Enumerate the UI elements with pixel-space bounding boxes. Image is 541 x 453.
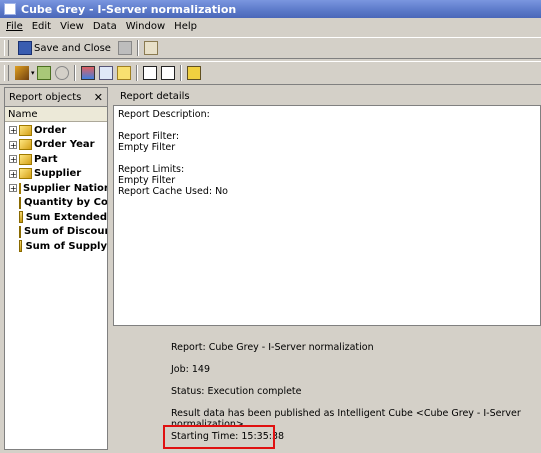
- attribute-icon: [19, 124, 32, 136]
- limits-value: Empty Filter: [118, 175, 176, 186]
- save-close-label: Save and Close: [34, 42, 111, 54]
- window-title: Cube Grey - I-Server normalization: [21, 2, 237, 16]
- close-icon[interactable]: ✕: [94, 91, 103, 104]
- layout-icon[interactable]: [98, 66, 113, 80]
- description-label: Report Description:: [118, 109, 210, 120]
- name-column-label: Name: [8, 108, 38, 120]
- tree-item[interactable]: Sum Extended: [5, 210, 107, 225]
- attribute-icon: [19, 139, 32, 151]
- metric-icon: [19, 240, 23, 253]
- toolbar-separator-4: [179, 65, 182, 81]
- tree-item[interactable]: Sum of Supply: [5, 239, 107, 254]
- report-objects-header: Report objects ✕: [5, 88, 107, 107]
- status-state: Status: Execution complete: [171, 386, 302, 397]
- schedule-icon[interactable]: [186, 66, 201, 80]
- tree-item-label: Supplier: [34, 168, 82, 180]
- attribute-icon: [19, 153, 32, 165]
- status-job: Job: 149: [171, 364, 210, 375]
- report-details-title: Report details: [120, 90, 190, 102]
- status-report: Report: Cube Grey - I-Server normalizati…: [171, 342, 374, 353]
- note-icon[interactable]: [116, 66, 131, 80]
- menu-window[interactable]: Window: [126, 21, 165, 32]
- save-icon: [18, 41, 32, 55]
- expand-icon[interactable]: +: [9, 155, 17, 164]
- grid-edit-icon[interactable]: [36, 66, 51, 80]
- object-tree: + Order + Order Year + Part + Supplier + Supplier…: [5, 122, 107, 254]
- tree-item[interactable]: + Order: [5, 123, 107, 138]
- toolbar-separator-2: [73, 65, 76, 81]
- limits-label: Report Limits:: [118, 164, 185, 175]
- objects-icon[interactable]: [80, 66, 95, 80]
- report-details-header: Report details: [113, 87, 541, 106]
- help-circle-icon[interactable]: [54, 66, 69, 80]
- save-close-button[interactable]: Save and Close: [13, 39, 114, 57]
- expand-icon[interactable]: +: [9, 169, 17, 178]
- toolbar-separator: [136, 40, 139, 56]
- properties-icon[interactable]: [143, 41, 158, 55]
- tree-item[interactable]: + Part: [5, 152, 107, 167]
- tree-item[interactable]: Quantity by Co: [5, 196, 107, 211]
- metric-icon: [19, 211, 23, 224]
- toolbar-grip-2[interactable]: [4, 65, 9, 81]
- menu-bar: File Edit View Data Window Help: [0, 18, 541, 35]
- expand-icon[interactable]: +: [9, 126, 17, 135]
- menu-view[interactable]: View: [60, 21, 84, 32]
- dropdown-arrow-icon[interactable]: ▾: [31, 69, 35, 77]
- title-bar: Cube Grey - I-Server normalization: [0, 0, 541, 18]
- report-details-box[interactable]: Report Description: Report Filter: Empty…: [113, 106, 541, 326]
- filter-value: Empty Filter: [118, 142, 176, 153]
- menu-edit[interactable]: Edit: [32, 21, 51, 32]
- find-icon[interactable]: [142, 66, 157, 80]
- toolbar-grip[interactable]: [4, 40, 9, 56]
- tree-item[interactable]: Sum of Discoun: [5, 225, 107, 240]
- toolbar-main: Save and Close: [0, 37, 541, 59]
- expand-icon[interactable]: +: [9, 140, 17, 149]
- tree-item-label: Order: [34, 124, 67, 136]
- metric-icon: [19, 225, 21, 238]
- tree-item[interactable]: + Order Year: [5, 138, 107, 153]
- tree-item-label: Order Year: [34, 139, 95, 151]
- menu-help[interactable]: Help: [174, 21, 197, 32]
- menu-file[interactable]: File: [6, 21, 23, 32]
- report-objects-panel: Report objects ✕ Name + Order + Order Year +…: [4, 87, 108, 450]
- name-column-header[interactable]: Name: [5, 107, 107, 122]
- tree-item[interactable]: + Supplier Nation: [5, 181, 107, 196]
- app-icon: [4, 3, 16, 15]
- attribute-icon: [19, 182, 21, 194]
- metric-icon: [19, 196, 21, 209]
- filter-label: Report Filter:: [118, 131, 180, 142]
- export-icon[interactable]: [160, 66, 175, 80]
- tree-item-label: Quantity by Co: [24, 197, 107, 209]
- report-objects-title: Report objects: [9, 91, 82, 103]
- attribute-icon: [19, 168, 32, 180]
- start-time-highlight: [163, 425, 275, 449]
- toolbar-separator-3: [135, 65, 138, 81]
- menu-data[interactable]: Data: [93, 21, 117, 32]
- tree-item[interactable]: + Supplier: [5, 167, 107, 182]
- tree-item-label: Sum Extended: [25, 211, 107, 223]
- tree-item-label: Supplier Nation: [23, 182, 107, 194]
- print-icon[interactable]: [117, 41, 132, 55]
- tree-item-label: Sum of Discoun: [24, 226, 107, 238]
- tree-item-label: Sum of Supply: [25, 240, 107, 252]
- wand-icon[interactable]: [15, 66, 29, 80]
- tree-item-label: Part: [34, 153, 58, 165]
- cache-line: Report Cache Used: No: [118, 186, 228, 197]
- expand-icon[interactable]: +: [9, 184, 17, 193]
- toolbar-secondary: ▾: [0, 61, 541, 85]
